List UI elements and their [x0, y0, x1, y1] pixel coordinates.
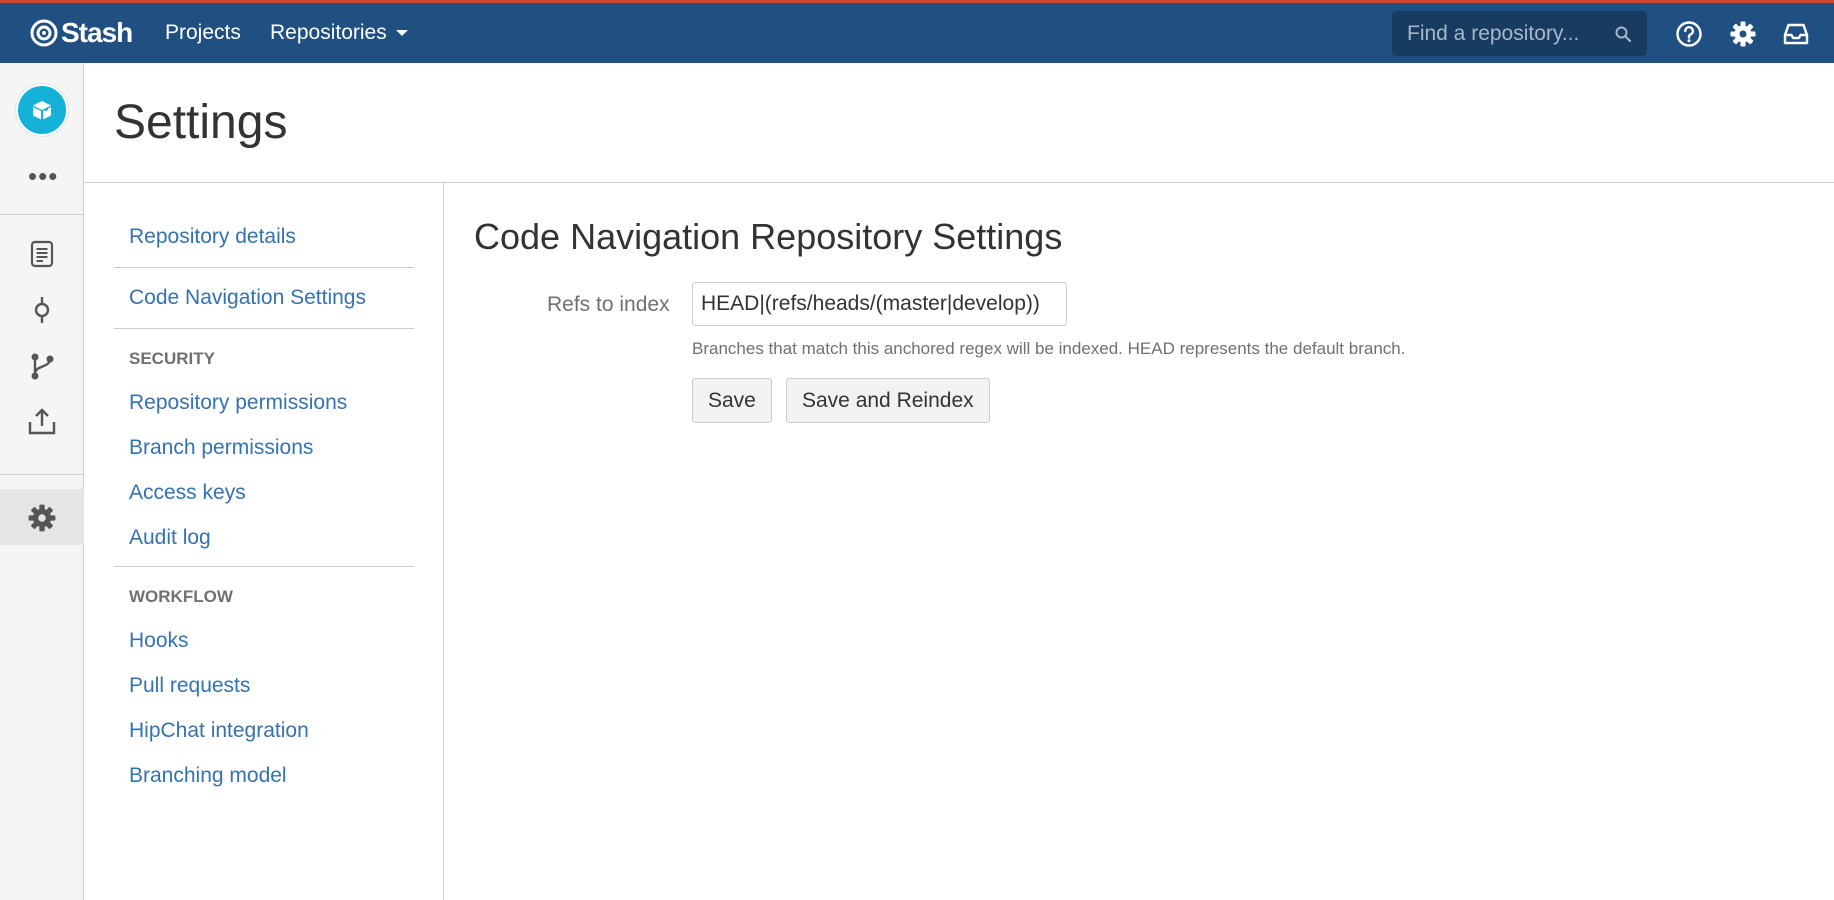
- nav-repositories-label: Repositories: [270, 21, 387, 44]
- source-icon[interactable]: [27, 239, 57, 269]
- nav-code-navigation-settings[interactable]: Code Navigation Settings: [129, 286, 366, 310]
- sidebar-divider: [0, 214, 84, 215]
- nav-projects[interactable]: Projects: [165, 21, 241, 45]
- chevron-down-icon: [395, 30, 408, 36]
- save-and-reindex-button[interactable]: Save and Reindex: [786, 378, 990, 423]
- nav-hipchat-integration[interactable]: HipChat integration: [129, 719, 309, 743]
- fork-icon[interactable]: [27, 407, 57, 437]
- settings-nav: Repository details Code Navigation Setti…: [84, 183, 444, 900]
- page-header: Settings: [84, 63, 1834, 183]
- main-content: Code Navigation Repository Settings Refs…: [445, 183, 1834, 900]
- repository-avatar[interactable]: [16, 84, 68, 136]
- more-actions-icon[interactable]: •••: [28, 163, 58, 189]
- nav-audit-log[interactable]: Audit log: [129, 526, 211, 550]
- nav-repository-details[interactable]: Repository details: [129, 225, 296, 249]
- nav-divider: [114, 267, 414, 268]
- refs-to-index-input[interactable]: [692, 282, 1067, 326]
- search-icon[interactable]: [1614, 25, 1632, 43]
- settings-icon: [28, 504, 56, 532]
- top-header: Stash Projects Repositories: [0, 0, 1834, 63]
- refs-help-text: Branches that match this anchored regex …: [692, 339, 1406, 358]
- security-heading: SECURITY: [129, 349, 215, 368]
- workflow-heading: WORKFLOW: [129, 587, 233, 606]
- nav-divider: [114, 566, 414, 567]
- repo-sidebar: •••: [0, 63, 84, 900]
- nav-divider: [114, 328, 414, 329]
- refs-to-index-label: Refs to index: [547, 293, 670, 316]
- commits-icon[interactable]: [27, 295, 57, 325]
- nav-repository-permissions[interactable]: Repository permissions: [129, 391, 347, 415]
- gear-icon[interactable]: [1729, 20, 1757, 48]
- page-title: Settings: [114, 96, 288, 149]
- help-icon[interactable]: [1675, 20, 1703, 48]
- section-title: Code Navigation Repository Settings: [474, 216, 1063, 257]
- sidebar-settings[interactable]: [0, 489, 84, 545]
- inbox-icon[interactable]: [1782, 20, 1810, 48]
- repository-cube-icon: [33, 101, 51, 120]
- sidebar-divider: [0, 474, 84, 475]
- search-input[interactable]: [1392, 11, 1607, 56]
- nav-pull-requests[interactable]: Pull requests: [129, 674, 250, 698]
- nav-repositories[interactable]: Repositories: [270, 21, 408, 45]
- nav-access-keys[interactable]: Access keys: [129, 481, 246, 505]
- stash-logo-icon: [30, 19, 58, 47]
- stash-logo[interactable]: Stash: [29, 17, 133, 49]
- repository-search: [1392, 11, 1647, 56]
- logo-text: Stash: [61, 17, 133, 48]
- nav-branch-permissions[interactable]: Branch permissions: [129, 436, 313, 460]
- branches-icon[interactable]: [27, 351, 57, 381]
- nav-hooks[interactable]: Hooks: [129, 629, 189, 653]
- nav-branching-model[interactable]: Branching model: [129, 764, 287, 788]
- save-button[interactable]: Save: [692, 378, 772, 423]
